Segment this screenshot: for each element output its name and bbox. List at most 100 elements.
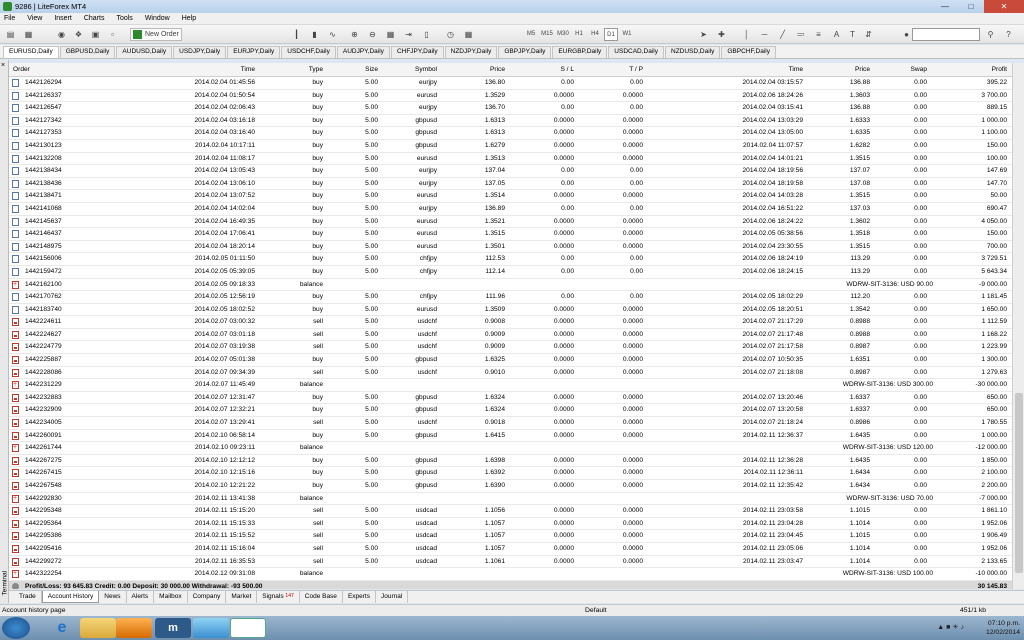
chart-tab[interactable]: GBPUSD,Daily	[59, 46, 116, 58]
crosshair-icon[interactable]: ✚	[715, 28, 728, 41]
market-watch-icon[interactable]: ◉	[55, 28, 68, 41]
chart-tab[interactable]: EURUSD,Daily	[3, 46, 59, 58]
table-row[interactable]: 1442295416 2014.02.11 15:16:04 sell 5.00 usd…	[9, 543, 1012, 556]
table-row[interactable]: 1442127342 2014.02.04 03:16:18 buy 5.00 gbpu…	[9, 115, 1012, 128]
table-row[interactable]: 1442260091 2014.02.10 06:58:14 buy 5.00 gbpu…	[9, 430, 1012, 443]
col-tp[interactable]: T / P	[584, 63, 643, 77]
search-input[interactable]	[912, 28, 980, 41]
chart-tab[interactable]: GBPCHF,Daily	[721, 46, 776, 58]
col-sl[interactable]: S / L	[519, 63, 574, 77]
vertical-scrollbar[interactable]	[1012, 63, 1024, 589]
table-row[interactable]: 1442232883 2014.02.07 12:31:47 buy 5.00 gbpu…	[9, 392, 1012, 405]
tab-account-history[interactable]: Account History	[41, 591, 100, 603]
navigator-icon[interactable]: ❖	[72, 28, 85, 41]
table-row[interactable]: 1442267548 2014.02.10 12:21:22 buy 5.00 gbpu…	[9, 480, 1012, 493]
col-type[interactable]: Type	[269, 63, 323, 77]
tab-journal[interactable]: Journal	[376, 591, 409, 603]
terminal-icon[interactable]: ▣	[89, 28, 102, 41]
table-row[interactable]: 1442138434 2014.02.04 13:05:43 buy 5.00 eurj…	[9, 165, 1012, 178]
chart-tab[interactable]: AUDJPY,Daily	[336, 46, 390, 58]
candlestick-icon[interactable]: ▮	[308, 28, 321, 41]
table-row[interactable]: 1442322254 2014.02.12 09:31:08 balance WDRW…	[9, 568, 1012, 581]
line-chart-icon[interactable]: ∿	[326, 28, 339, 41]
vertical-line-icon[interactable]: │	[740, 28, 753, 41]
table-row[interactable]: 1442234005 2014.02.07 13:29:41 sell 5.00 usd…	[9, 417, 1012, 430]
table-row[interactable]: 1442138436 2014.02.04 13:06:10 buy 5.00 eurj…	[9, 178, 1012, 191]
col-size[interactable]: Size	[339, 63, 378, 77]
menu-file[interactable]: File	[4, 15, 15, 22]
table-row[interactable]: 1442156006 2014.02.05 01:11:50 buy 5.00 chfj…	[9, 253, 1012, 266]
col-profit[interactable]: Profit	[939, 63, 1007, 77]
bar-chart-icon[interactable]: ┃	[290, 28, 303, 41]
tab-alerts[interactable]: Alerts	[127, 591, 155, 603]
chart-tab[interactable]: AUDUSD,Daily	[116, 46, 173, 58]
chart-tab[interactable]: NZDJPY,Daily	[444, 46, 498, 58]
new-order-button[interactable]: New Order	[130, 28, 182, 41]
chart-tab[interactable]: CHFJPY,Daily	[390, 46, 444, 58]
table-row[interactable]: 1442224779 2014.02.07 03:19:38 sell 5.00 usd…	[9, 341, 1012, 355]
table-row[interactable]: 1442148975 2014.02.04 18:20:14 buy 5.00 euru…	[9, 241, 1012, 254]
maxthon-browser-icon[interactable]: m	[155, 618, 191, 638]
maximize-icon[interactable]: □	[958, 0, 984, 13]
tab-market[interactable]: Market	[226, 591, 258, 603]
profiles-icon[interactable]: ▦	[22, 28, 35, 41]
table-row[interactable]: 1442183740 2014.02.05 18:02:52 buy 5.00 euru…	[9, 304, 1012, 317]
search-icon[interactable]: ⚲	[984, 28, 997, 41]
text-icon[interactable]: A	[830, 28, 843, 41]
timeframe-w1[interactable]: W1	[620, 28, 634, 41]
chart-tab[interactable]: NZDUSD,Daily	[665, 46, 721, 58]
tile-windows-icon[interactable]: ▦	[384, 28, 397, 41]
indicators-icon[interactable]: ▯	[420, 28, 433, 41]
chart-tab[interactable]: USDCAD,Daily	[608, 46, 664, 58]
col-close-time[interactable]: Time	[709, 63, 803, 77]
tab-company[interactable]: Company	[188, 591, 227, 603]
chart-shift-icon[interactable]: ⇥	[402, 28, 415, 41]
chart-tab[interactable]: EURJPY,Daily	[227, 46, 281, 58]
equidistant-channel-icon[interactable]: ≕	[794, 28, 807, 41]
col-price[interactable]: Price	[449, 63, 505, 77]
media-player-icon[interactable]	[116, 618, 152, 638]
internet-explorer-icon[interactable]: e	[44, 618, 80, 638]
table-row[interactable]: 1442228086 2014.02.07 09:34:39 sell 5.00 usd…	[9, 367, 1012, 380]
table-row[interactable]: 1442232909 2014.02.07 12:32:21 buy 5.00 gbpu…	[9, 404, 1012, 418]
table-row[interactable]: 1442162100 2014.02.05 09:18:33 balance WDRW…	[9, 279, 1012, 291]
terminal-close-icon[interactable]: ×	[1, 62, 5, 69]
table-row[interactable]: 1442126337 2014.02.04 01:50:54 buy 5.00 euru…	[9, 90, 1012, 103]
chart-tab[interactable]: USDJPY,Daily	[173, 46, 227, 58]
table-row[interactable]: 1442146437 2014.02.04 17:06:41 buy 5.00 euru…	[9, 228, 1012, 241]
scrollbar-thumb[interactable]	[1015, 393, 1023, 573]
table-row[interactable]: 1442126294 2014.02.04 01:45:56 buy 5.00 eurj…	[9, 77, 1012, 90]
menu-view[interactable]: View	[27, 15, 42, 22]
table-row[interactable]: 1442231229 2014.02.07 11:45:49 balance WDRW…	[9, 379, 1012, 392]
tab-experts[interactable]: Experts	[343, 591, 376, 603]
horizontal-line-icon[interactable]: ─	[758, 28, 771, 41]
table-row[interactable]: 1442224611 2014.02.07 03:00:32 sell 5.00 usd…	[9, 316, 1012, 329]
tab-signals[interactable]: Signals 147	[257, 591, 300, 603]
table-row[interactable]: 1442292830 2014.02.11 13:41:38 balance WDRW…	[9, 493, 1012, 505]
menu-insert[interactable]: Insert	[54, 15, 72, 22]
taskbar-app-icon[interactable]	[193, 618, 229, 638]
col-swap[interactable]: Swap	[879, 63, 928, 77]
zoom-out-icon[interactable]: ⊖	[366, 28, 379, 41]
cursor-icon[interactable]: ➤	[697, 28, 710, 41]
help-icon[interactable]: ?	[1002, 28, 1015, 41]
table-row[interactable]: 1442299272 2014.02.11 16:35:53 sell 5.00 usd…	[9, 556, 1012, 569]
menu-charts[interactable]: Charts	[84, 15, 105, 22]
col-order[interactable]: Order	[13, 63, 93, 77]
metatrader-taskbar-icon[interactable]	[230, 618, 266, 638]
tab-trade[interactable]: Trade	[14, 591, 42, 603]
timeframe-m5[interactable]: M5	[524, 28, 538, 41]
start-button[interactable]	[2, 617, 30, 639]
fibonacci-icon[interactable]: ≡	[812, 28, 825, 41]
file-explorer-icon[interactable]	[80, 618, 116, 638]
table-row[interactable]: 1442141068 2014.02.04 14:02:04 buy 5.00 eurj…	[9, 203, 1012, 216]
tester-icon[interactable]: ▫	[106, 28, 119, 41]
table-row[interactable]: 1442295386 2014.02.11 15:15:52 sell 5.00 usd…	[9, 530, 1012, 543]
table-row[interactable]: 1442159472 2014.02.05 05:39:05 buy 5.00 chfj…	[9, 266, 1012, 279]
table-row[interactable]: 1442295348 2014.02.11 15:15:20 sell 5.00 usd…	[9, 505, 1012, 518]
new-chart-icon[interactable]: ▤	[4, 28, 17, 41]
chart-tab[interactable]: USDCHF,Daily	[281, 46, 336, 58]
timeframe-m15[interactable]: M15	[540, 28, 554, 41]
minimize-icon[interactable]: —	[932, 0, 958, 13]
col-time[interactable]: Time	[159, 63, 255, 77]
